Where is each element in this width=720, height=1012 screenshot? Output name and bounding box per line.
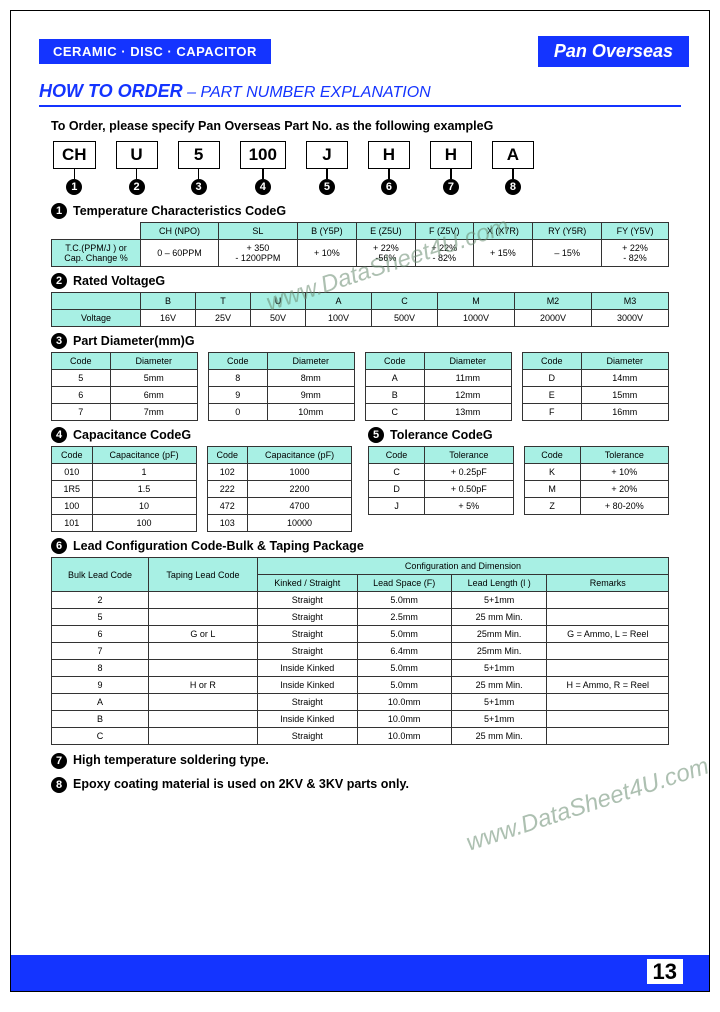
sec3-table: CodeDiameter55mm66mm77mmCodeDiameter88mm… [51, 352, 669, 421]
pn-box: A8 [492, 141, 534, 195]
pn-box: 1004 [240, 141, 286, 195]
brand-label: Pan Overseas [538, 36, 689, 67]
sec5-title: 5Tolerance CodeG [368, 427, 629, 443]
sec6-table: Bulk Lead CodeTaping Lead CodeConfigurat… [51, 557, 669, 745]
hto-main: HOW TO ORDER [39, 81, 183, 101]
hto-sub: – PART NUMBER EXPLANATION [183, 84, 431, 101]
sec6-title: 6Lead Configuration Code-Bulk & Taping P… [51, 538, 669, 554]
page-number-bar: 13 [11, 955, 709, 991]
sec5-table: CodeToleranceC+ 0.25pFD+ 0.50pFJ+ 5%Code… [368, 446, 669, 515]
sec2-table: BTUACMM2M3 Voltage16V25V50V100V500V1000V… [51, 292, 669, 327]
pn-box: H6 [368, 141, 410, 195]
sec3-title: 3Part Diameter(mm)G [51, 333, 669, 349]
sec4-table: CodeCapacitance (pF)01011R51.51001010110… [51, 446, 352, 532]
sec1-table: CH (NPO)SLB (Y5P)E (Z5U)F (Z5V)X (X7R)RY… [51, 222, 669, 267]
product-type-label: CERAMIC · DISC · CAPACITOR [39, 39, 271, 64]
pn-box: H7 [430, 141, 472, 195]
sec4-title: 4Capacitance CodeG [51, 427, 312, 443]
pn-box: U2 [116, 141, 158, 195]
header-row: CERAMIC · DISC · CAPACITOR Pan Overseas [39, 36, 689, 67]
sec7-note: 7High temperature soldering type. [51, 753, 669, 769]
sec1-title: 1Temperature Characteristics CodeG [51, 203, 669, 219]
pn-box: CH1 [53, 141, 96, 195]
how-to-order-heading: HOW TO ORDER – PART NUMBER EXPLANATION [39, 81, 681, 107]
pn-box: J5 [306, 141, 348, 195]
sec8-note: 8Epoxy coating material is used on 2KV &… [51, 777, 669, 793]
intro-text: To Order, please specify Pan Overseas Pa… [51, 119, 669, 133]
page-number: 13 [647, 959, 683, 984]
pn-box: 53 [178, 141, 220, 195]
part-number-row: CH1 U2 53 1004 J5 H6 H7 A8 [53, 141, 667, 195]
page: www.DataSheet4U.com www.DataSheet4U.com … [10, 10, 710, 992]
sec2-title: 2Rated VoltageG [51, 273, 669, 289]
